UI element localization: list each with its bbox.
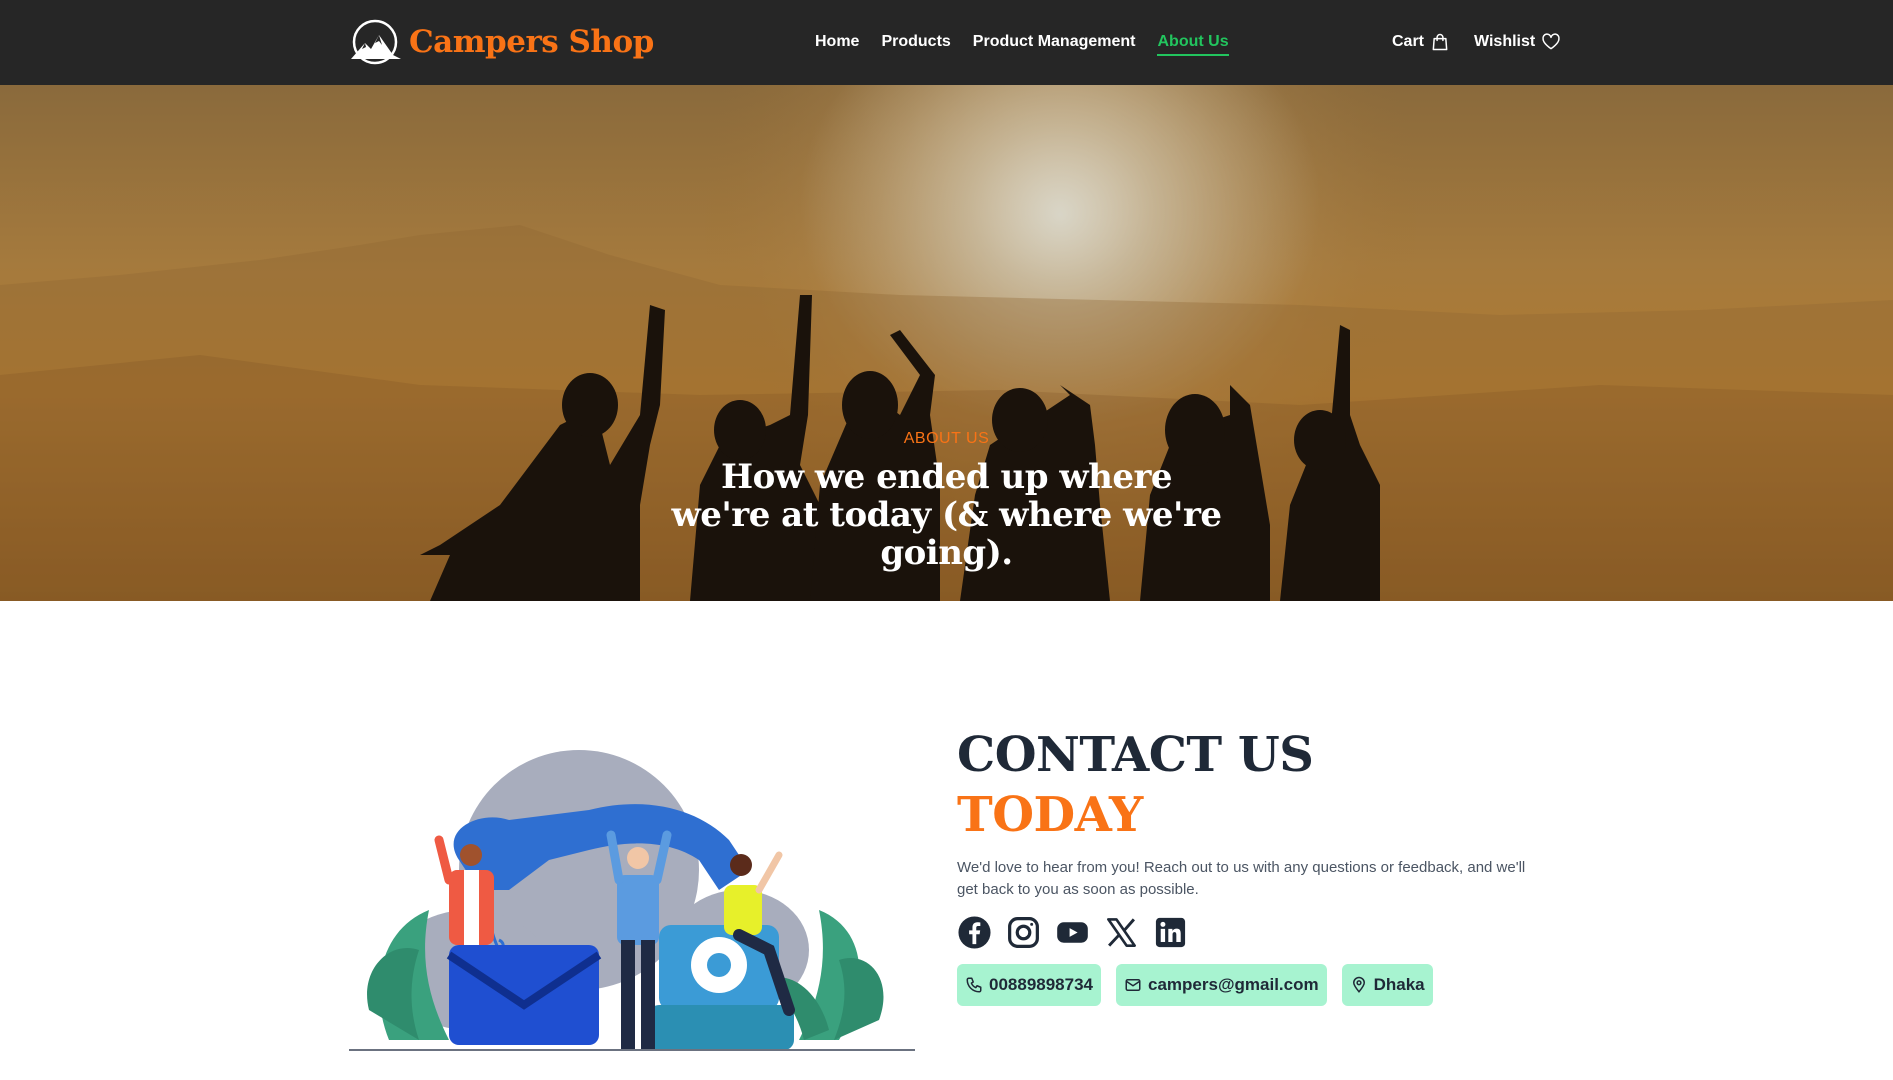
mail-icon xyxy=(1125,979,1141,991)
hero-eyebrow: ABOUT US xyxy=(903,430,990,447)
phone-chip[interactable]: 00889898734 xyxy=(957,964,1102,1006)
cart-label: Cart xyxy=(1392,33,1425,50)
social-links xyxy=(957,915,1537,950)
about-hero: ABOUT US How we ended up where we're at … xyxy=(0,85,1893,601)
contact-heading-accent: TODAY xyxy=(957,787,1143,843)
instagram-link[interactable] xyxy=(1006,915,1041,950)
navbar: Campers Shop Home Products Product Manag… xyxy=(0,0,1893,85)
youtube-icon xyxy=(1057,922,1088,943)
email-address: campers@gmail.com xyxy=(1148,975,1319,994)
nav-home[interactable]: Home xyxy=(815,30,859,56)
wishlist-button[interactable]: Wishlist xyxy=(1474,30,1561,54)
nav-about-us[interactable]: About Us xyxy=(1157,30,1229,56)
email-chip[interactable]: campers@gmail.com xyxy=(1116,964,1327,1006)
heart-icon xyxy=(1542,33,1560,50)
location-chip[interactable]: Dhaka xyxy=(1341,964,1433,1006)
map-pin-icon xyxy=(1352,976,1365,993)
x-link[interactable] xyxy=(1104,915,1139,950)
contact-heading-main: CONTACT US xyxy=(957,727,1314,783)
facebook-link[interactable] xyxy=(957,915,992,950)
main-nav: Home Products Product Management About U… xyxy=(815,30,1229,56)
contact-description: We'd love to hear from you! Reach out to… xyxy=(957,859,1526,898)
contact-heading: CONTACT US TODAY xyxy=(957,725,1537,845)
hero-title: How we ended up where we're at today (& … xyxy=(671,457,1222,573)
brand-logo-link[interactable]: Campers Shop xyxy=(349,18,654,66)
wishlist-label: Wishlist xyxy=(1474,33,1536,50)
youtube-link[interactable] xyxy=(1055,915,1090,950)
cart-button[interactable]: Cart xyxy=(1392,30,1450,54)
contact-section: CONTACT US TODAY We'd love to hear from … xyxy=(957,725,1537,1006)
mountain-logo-icon xyxy=(351,19,401,65)
linkedin-link[interactable] xyxy=(1153,915,1188,950)
nav-products[interactable]: Products xyxy=(881,30,950,56)
contact-illustration xyxy=(349,750,915,1051)
linkedin-icon xyxy=(1155,917,1186,948)
x-icon xyxy=(1107,918,1136,947)
phone-number: 00889898734 xyxy=(989,975,1094,994)
phone-icon xyxy=(966,977,982,993)
contact-chips: 00889898734 campers@gmail.com Dhaka xyxy=(957,964,1537,1006)
nav-product-management[interactable]: Product Management xyxy=(973,30,1136,56)
brand-name: Campers Shop xyxy=(409,24,654,60)
nav-actions: Cart Wishlist xyxy=(1392,30,1561,54)
hero-content: ABOUT US How we ended up where we're at … xyxy=(0,430,1893,572)
location-text: Dhaka xyxy=(1373,975,1425,994)
facebook-icon xyxy=(958,916,991,949)
instagram-icon xyxy=(1008,917,1039,948)
shopping-bag-icon xyxy=(1432,33,1448,51)
